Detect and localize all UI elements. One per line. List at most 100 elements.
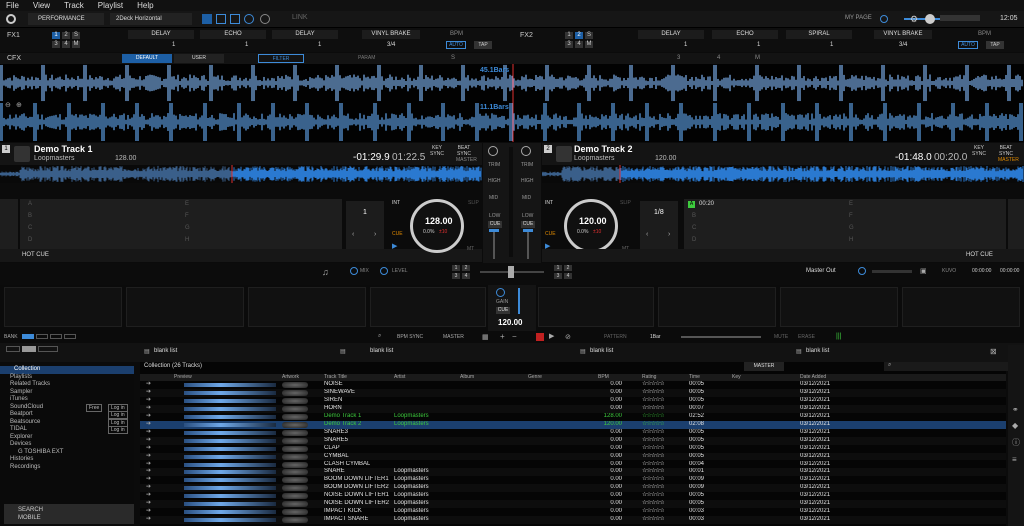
deck1-slip-label[interactable]: SLIP xyxy=(468,200,479,206)
mode-select[interactable]: PERFORMANCE xyxy=(28,13,104,25)
col-date-added[interactable]: Date Added xyxy=(800,374,826,380)
fx1-ch1[interactable]: 1 xyxy=(52,32,60,39)
fx2-slot1[interactable]: DELAY xyxy=(638,30,704,39)
deck1-loop-double[interactable]: › xyxy=(374,231,376,238)
row-rating-stars[interactable]: ☆☆☆☆☆ xyxy=(642,500,664,508)
table-row[interactable]: ➔ BOOM DOWN LIFTER2 Loopmasters 0.00 00:09 03… xyxy=(140,484,1006,493)
cue2-ch4[interactable]: 4 xyxy=(564,273,572,279)
hotcue-h[interactable]: H xyxy=(185,237,189,243)
col-time[interactable]: Time xyxy=(689,374,700,380)
deck2-overview-waveform[interactable] xyxy=(542,165,1024,183)
row-rating-stars[interactable]: ☆☆☆☆☆ xyxy=(642,461,664,469)
cue2-ch2[interactable]: 2 xyxy=(564,265,572,271)
fx-icon[interactable] xyxy=(244,14,254,24)
search-mobile-button[interactable]: SEARCH MOBILE xyxy=(4,504,134,524)
row-load-arrow-icon[interactable]: ➔ xyxy=(146,397,151,405)
sampler-lock-icon[interactable]: ⊘ xyxy=(565,333,571,341)
deck2-hotcue-c[interactable]: C xyxy=(692,225,696,231)
tag-icon[interactable]: ◆ xyxy=(1012,421,1018,430)
tree-related-tracks[interactable]: Related Tracks xyxy=(0,381,134,389)
deck2-hotcue-e[interactable]: E xyxy=(849,201,853,207)
bank-3[interactable] xyxy=(50,334,62,339)
row-load-arrow-icon[interactable]: ➔ xyxy=(146,492,151,500)
sampler-pattern-label[interactable]: PATTERN xyxy=(604,334,627,340)
sampler-volume-fader[interactable] xyxy=(518,288,520,314)
table-row[interactable]: ➔ IMPACT KICK Loopmasters 0.00 00:03 03/12/20… xyxy=(140,508,1006,516)
hotcue-c[interactable]: C xyxy=(28,225,32,231)
col-bpm[interactable]: BPM xyxy=(598,374,609,380)
account-icon[interactable] xyxy=(925,14,935,24)
row-rating-stars[interactable]: ☆☆☆☆☆ xyxy=(642,476,664,484)
fx2-chS[interactable]: S xyxy=(585,32,593,39)
cue2-ch3[interactable]: 3 xyxy=(554,273,562,279)
link-icon[interactable]: ⚭ xyxy=(1012,405,1019,414)
sampler-wave-icon[interactable]: ||| xyxy=(836,333,841,340)
rekordbox-logo-icon[interactable] xyxy=(6,14,16,24)
tree-itunes[interactable]: iTunes xyxy=(0,396,134,404)
row-load-arrow-icon[interactable]: ➔ xyxy=(146,476,151,484)
row-preview-wave[interactable] xyxy=(184,478,276,483)
row-rating-stars[interactable]: ☆☆☆☆☆ xyxy=(642,516,664,524)
row-preview-wave[interactable] xyxy=(184,502,276,507)
row-load-arrow-icon[interactable]: ➔ xyxy=(146,429,151,437)
headphones-icon[interactable]: ♫ xyxy=(322,267,329,277)
bank-2[interactable] xyxy=(36,334,48,339)
link-label[interactable]: LINK xyxy=(292,14,308,21)
panel3-title[interactable]: blank list xyxy=(590,348,613,354)
deck1-pad-grid-button[interactable] xyxy=(0,199,18,249)
row-rating-stars[interactable]: ☆☆☆☆☆ xyxy=(642,453,664,461)
sampler-bpm-sync[interactable]: BPM SYNC xyxy=(397,334,423,340)
sampler-rec-button[interactable] xyxy=(536,333,544,341)
mixpoint-icon[interactable]: ≡ xyxy=(1012,455,1017,464)
tree-recordings[interactable]: Recordings xyxy=(0,464,134,472)
row-preview-wave[interactable] xyxy=(184,390,276,395)
hotcue-g[interactable]: G xyxy=(185,225,190,231)
deck1-int-label[interactable]: INT xyxy=(392,200,400,206)
sampler-slot[interactable] xyxy=(538,287,654,327)
sampler-erase-label[interactable]: ERASE xyxy=(798,334,815,340)
fx1-chM[interactable]: M xyxy=(72,41,80,48)
fx2-ch1[interactable]: 1 xyxy=(565,32,573,39)
fx2-ch3[interactable]: 3 xyxy=(565,41,573,48)
ch2-fader-handle[interactable] xyxy=(523,229,533,232)
menu-help[interactable]: Help xyxy=(137,1,153,10)
table-row[interactable]: ➔ NOISE DOWN LIFTER2 Loopmasters 0.00 00:05 0… xyxy=(140,500,1006,509)
sampler-slot[interactable] xyxy=(780,287,898,327)
row-preview-wave[interactable] xyxy=(184,454,276,459)
row-load-arrow-icon[interactable]: ➔ xyxy=(146,381,151,389)
row-rating-stars[interactable]: ☆☆☆☆☆ xyxy=(642,445,664,453)
table-row[interactable]: ➔ CLAP 0.00 00:05 03/12/2021 ☆☆☆☆☆ xyxy=(140,445,1006,453)
table-row[interactable]: ➔ NOISE 0.00 00:05 03/12/2021 ☆☆☆☆☆ xyxy=(140,381,1006,389)
layout-select[interactable]: 2Deck Horizontal xyxy=(110,13,192,25)
col-artwork[interactable]: Artwork xyxy=(282,374,299,380)
hp-level-knob[interactable] xyxy=(380,267,388,275)
cue-ch2[interactable]: 2 xyxy=(462,265,470,271)
crossfader-handle[interactable] xyxy=(508,266,514,278)
fx2-chM[interactable]: M xyxy=(585,41,593,48)
menu-view[interactable]: View xyxy=(33,1,50,10)
mixer-icon[interactable] xyxy=(230,14,240,24)
deck2-master-button[interactable]: MASTER xyxy=(998,157,1019,163)
row-load-arrow-icon[interactable]: ➔ xyxy=(146,421,151,429)
fx1-beat-effect[interactable]: VINYL BRAKE xyxy=(362,30,420,39)
fx1-auto-button[interactable]: AUTO xyxy=(446,41,466,49)
cfx-default-tab[interactable]: DEFAULT xyxy=(122,54,172,63)
table-row[interactable]: ➔ CYMBAL 0.00 00:05 03/12/2021 ☆☆☆☆☆ xyxy=(140,452,1006,461)
row-rating-stars[interactable]: ☆☆☆☆☆ xyxy=(642,421,664,429)
row-preview-wave[interactable] xyxy=(184,470,276,475)
fx2-auto-button[interactable]: AUTO xyxy=(958,41,978,49)
fx2-slot3[interactable]: SPIRAL xyxy=(786,30,852,39)
fx1-ch4[interactable]: 4 xyxy=(62,41,70,48)
panel4-icon[interactable]: ▤ xyxy=(796,348,802,355)
volume-knob-icon[interactable] xyxy=(880,15,888,23)
fx2-ch2[interactable]: 2 xyxy=(575,32,583,39)
fx1-tap-button[interactable]: TAP xyxy=(474,41,492,49)
cue2-ch1[interactable]: 1 xyxy=(554,265,562,271)
row-preview-wave[interactable] xyxy=(184,462,276,467)
row-preview-wave[interactable] xyxy=(184,446,276,451)
bank-1[interactable] xyxy=(22,334,34,339)
table-row[interactable]: ➔ SINEWAVE 0.00 00:05 03/12/2021 ☆☆☆☆☆ xyxy=(140,388,1006,397)
deck2-hotcue-g[interactable]: G xyxy=(849,225,854,231)
row-rating-stars[interactable]: ☆☆☆☆☆ xyxy=(642,413,664,421)
deck2-key-sync[interactable]: KEY SYNC xyxy=(970,145,988,157)
